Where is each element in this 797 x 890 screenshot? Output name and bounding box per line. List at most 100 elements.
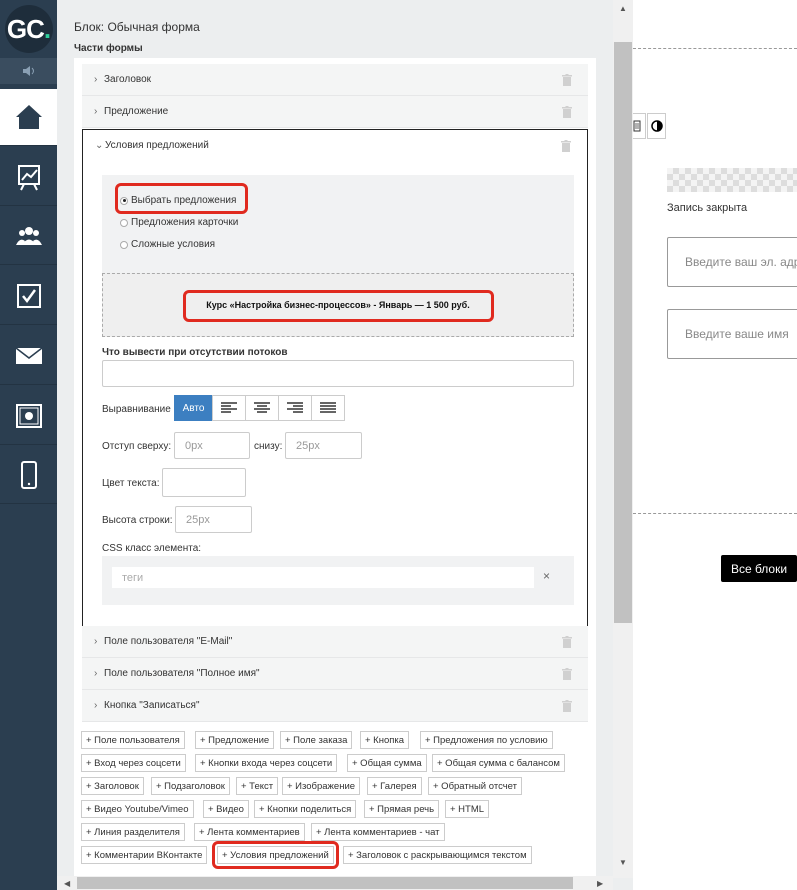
trash-icon[interactable] [562,636,572,648]
add-comments-chat-button[interactable]: + Лента комментариев - чат [311,823,445,841]
add-html-button[interactable]: + HTML [445,800,490,818]
vertical-scroll-thumb[interactable] [614,42,632,623]
scroll-right-icon[interactable]: ▶ [597,879,603,888]
add-conditional-offers-button[interactable]: + Предложения по условию [420,731,553,749]
add-subheading-button[interactable]: + Подзаголовок [151,777,230,795]
trash-icon[interactable] [561,140,571,152]
preview-name-input[interactable]: Введите ваше имя [667,309,797,359]
add-heading-button[interactable]: + Заголовок [81,777,144,795]
highlight-box [212,841,339,869]
logo[interactable]: GC. [0,0,57,58]
form-settings-panel: Блок: Обычная форма Части формы › Заголо… [57,0,633,890]
radio-button[interactable] [120,240,128,249]
home-icon[interactable] [0,89,57,146]
scroll-up-icon[interactable]: ▲ [619,4,627,13]
clear-icon[interactable]: × [543,569,550,583]
speaker-icon[interactable] [0,58,57,84]
no-streams-input[interactable] [102,360,574,387]
horizontal-scroll-thumb[interactable] [77,877,573,889]
trash-icon[interactable] [562,668,572,680]
add-text-button[interactable]: + Текст [236,777,279,795]
margin-bottom-label: снизу: [254,441,283,452]
add-share-buttons-button[interactable]: + Кнопки поделиться [254,800,357,818]
highlight-box [115,183,248,214]
chevron-right-icon: › [94,74,98,85]
chevron-right-icon: › [94,636,98,647]
radio-complex-conditions[interactable]: Сложные условия [120,239,215,250]
offer-dropzone[interactable]: Курс «Настройка бизнес-процессов» - Янва… [102,273,574,337]
align-left-icon[interactable] [212,395,246,421]
trash-icon[interactable] [562,74,572,86]
add-comments-feed-button[interactable]: + Лента комментариев [194,823,305,841]
block-divider [633,513,797,514]
add-social-buttons-button[interactable]: + Кнопки входа через соцсети [195,754,338,772]
align-center-icon[interactable] [245,395,279,421]
mail-icon[interactable] [0,328,57,385]
section-header[interactable]: › Поле пользователя "Полное имя" [82,658,588,690]
radio-card-offers[interactable]: Предложения карточки [120,217,238,228]
section-label: Поле пользователя "Полное имя" [104,668,260,679]
logo-dot: . [43,13,51,44]
chevron-down-icon: ⌄ [95,139,104,151]
scroll-left-icon[interactable]: ◀ [64,879,70,888]
add-user-field-button[interactable]: + Поле пользователя [81,731,185,749]
css-class-box: теги × [102,556,574,605]
add-divider-button[interactable]: + Линия разделителя [81,823,185,841]
add-countdown-button[interactable]: + Обратный отсчет [428,777,522,795]
align-right-icon[interactable] [278,395,312,421]
margin-top-input[interactable]: 0px [174,432,250,459]
add-vk-comments-button[interactable]: + Комментарии ВКонтакте [81,846,208,864]
section-header[interactable]: ⌄ Условия предложений [83,130,587,160]
add-total-balance-button[interactable]: + Общая сумма с балансом [432,754,565,772]
radio-label: Сложные условия [131,239,216,250]
trash-icon[interactable] [562,106,572,118]
chevron-right-icon: › [94,700,98,711]
section-label: Поле пользователя "E-Mail" [104,636,233,647]
chart-icon[interactable] [0,149,57,206]
tags-input[interactable]: теги [112,567,534,588]
tasks-icon[interactable] [0,268,57,325]
line-height-label: Высота строки: [102,515,173,526]
add-gallery-button[interactable]: + Галерея [367,777,422,795]
align-buttons: Авто [174,395,345,421]
expanded-section: ⌄ Условия предложений Выбрать предложени… [82,129,588,627]
margin-top-label: Отступ сверху: [102,441,172,452]
section-header[interactable]: › Поле пользователя "E-Mail" [82,626,588,658]
add-video-button[interactable]: + Видео [203,800,249,818]
preview-email-input[interactable]: Введите ваш эл. адрес [667,237,797,287]
add-total-button[interactable]: + Общая сумма [347,754,427,772]
radio-button[interactable] [120,218,128,227]
contrast-icon[interactable] [647,113,666,139]
text-color-label: Цвет текста: [102,478,160,489]
block-divider [633,48,797,49]
closed-text: Запись закрыта [667,202,748,214]
section-label: Кнопка "Записаться" [104,700,200,711]
add-offer-button[interactable]: + Предложение [195,731,275,749]
safe-icon[interactable] [0,388,57,445]
add-social-login-button[interactable]: + Вход через соцсети [81,754,186,772]
users-icon[interactable] [0,208,57,265]
align-justify-icon[interactable] [311,395,345,421]
section-header[interactable]: › Предложение [82,96,588,128]
section-header[interactable]: › Кнопка "Записаться" [82,690,588,722]
form-parts-list: › Заголовок › Предложение ⌄ Условия пред… [74,58,596,876]
add-quote-button[interactable]: + Прямая речь [364,800,440,818]
add-order-field-button[interactable]: + Поле заказа [280,731,353,749]
margin-bottom-input[interactable]: 25px [285,432,362,459]
trash-icon[interactable] [562,700,572,712]
add-button-button[interactable]: + Кнопка [360,731,410,749]
line-height-input[interactable]: 25px [175,506,252,533]
scroll-down-icon[interactable]: ▼ [619,858,627,867]
add-youtube-video-button[interactable]: + Видео Youtube/Vimeo [81,800,194,818]
add-image-button[interactable]: + Изображение [282,777,361,795]
page-preview: Запись закрыта Введите ваш эл. адрес Вве… [633,0,797,890]
add-expandable-heading-button[interactable]: + Заголовок с раскрывающимся текстом [343,846,532,864]
left-nav: GC. [0,0,57,890]
all-blocks-button[interactable]: Все блоки [721,555,797,582]
logo-text: GC [6,13,45,44]
code-icon[interactable] [633,113,646,139]
section-header[interactable]: › Заголовок [82,64,588,96]
align-auto-button[interactable]: Авто [174,395,213,421]
mobile-icon[interactable] [0,447,57,504]
text-color-input[interactable] [162,468,246,497]
